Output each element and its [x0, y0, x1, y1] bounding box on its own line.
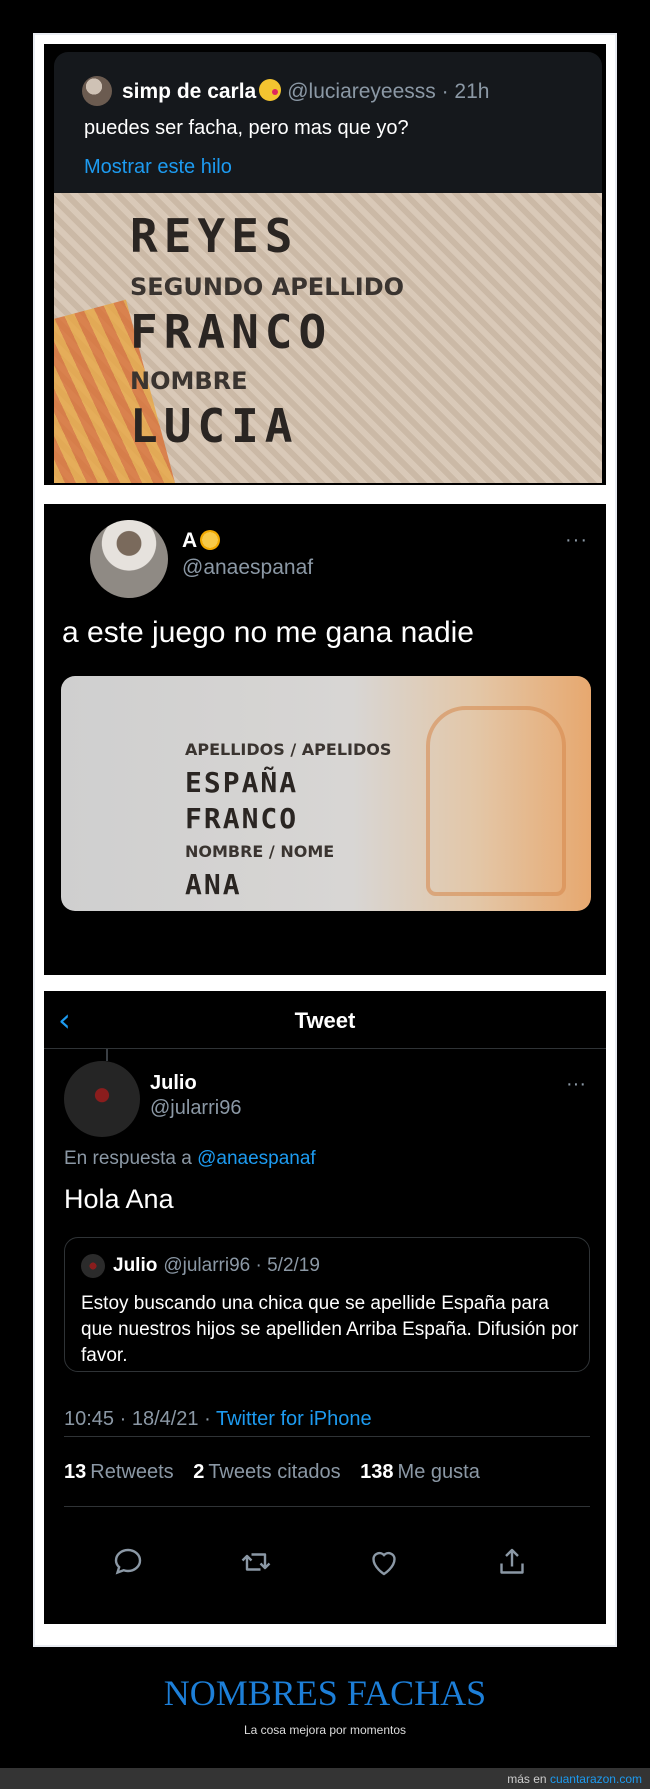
quote-author[interactable]: Julio @jularri96 · 5/2/19: [113, 1255, 320, 1277]
user-name[interactable]: A: [182, 529, 221, 553]
tweet-text: puedes ser facha, pero mas que yo?: [84, 117, 409, 139]
show-thread-link[interactable]: Mostrar este hilo: [84, 156, 232, 179]
reply-context: En respuesta a @anaespanaf: [64, 1148, 316, 1170]
tweet-card[interactable]: simp de carla @luciareyeesss · 21h puedes…: [54, 52, 602, 194]
display-name[interactable]: Julio: [150, 1072, 197, 1095]
tweet-header: ‹ Tweet: [44, 991, 606, 1049]
quoted-tweet[interactable]: Julio @jularri96 · 5/2/19 Estoy buscando …: [64, 1237, 590, 1372]
id-card-image[interactable]: APELLIDOS / APELIDOS ESPAÑA FRANCO NOMBR…: [61, 676, 591, 911]
kiss-emoji-icon: [259, 79, 282, 101]
reply-icon[interactable]: [110, 1544, 146, 1580]
sun-emoji-icon: [200, 530, 221, 550]
id-name: LUCIA: [130, 399, 299, 453]
quote-handle[interactable]: @jularri96 · 5/2/19: [163, 1255, 320, 1276]
site-link[interactable]: cuantarazon.com: [550, 1772, 642, 1786]
id-surname-2: FRANCO: [130, 305, 333, 359]
id-label-name: NOMBRE / NOME: [185, 842, 335, 861]
timestamp: 10:45 · 18/4/21 · Twitter for iPhone: [64, 1408, 372, 1431]
divider: [64, 1506, 590, 1507]
page-title: Tweet: [294, 1008, 356, 1033]
tweet-panel-3: ‹ Tweet Julio @jularri96 ··· En respuest…: [44, 991, 606, 1624]
avatar[interactable]: [82, 76, 112, 106]
engagement-stats: 13 Retweets 2 Tweets citados 138 Me gusta: [64, 1461, 494, 1484]
meme-subtitle: La cosa mejora por momentos: [243, 1723, 407, 1737]
meme-frame: simp de carla @luciareyeesss · 21h puedes…: [33, 33, 617, 1647]
id-label-second-surname: SEGUNDO APELLIDO: [130, 273, 405, 301]
reply-prefix: En respuesta a: [64, 1148, 192, 1169]
likes-count: 138: [360, 1461, 394, 1483]
quotes-count: 2: [193, 1461, 205, 1483]
id-surname-1: REYES: [130, 209, 299, 263]
retweets-count: 13: [64, 1461, 87, 1483]
id-surname-1: ESPAÑA: [185, 766, 299, 799]
retweet-icon[interactable]: [238, 1544, 274, 1580]
likes-label: Me gusta: [397, 1461, 480, 1483]
user-handle[interactable]: @anaespanaf: [182, 556, 313, 580]
share-icon[interactable]: [494, 1544, 530, 1580]
id-label-surnames: APELLIDOS / APELIDOS: [185, 740, 392, 759]
footer-prefix: más en: [507, 1772, 547, 1786]
display-name[interactable]: A: [182, 529, 197, 552]
reply-to-link[interactable]: @anaespanaf: [197, 1148, 316, 1169]
avatar[interactable]: [81, 1254, 105, 1278]
quotes-label: Tweets citados: [208, 1461, 341, 1483]
like-icon[interactable]: [366, 1544, 402, 1580]
thread-line: [106, 1049, 108, 1061]
tweet-text: a este juego no me gana nadie: [62, 616, 474, 649]
more-options-icon[interactable]: ···: [566, 1073, 586, 1096]
user-name[interactable]: simp de carla @luciareyeesss · 21h: [122, 79, 489, 104]
id-name: ANA: [185, 868, 242, 901]
divider: [64, 1436, 590, 1437]
meme-title: NOMBRES FACHAS: [163, 1673, 487, 1713]
user-handle[interactable]: @jularri96: [150, 1097, 241, 1120]
id-label-name: NOMBRE: [130, 367, 248, 395]
time-date: 10:45 · 18/4/21 ·: [64, 1408, 211, 1430]
quote-text: Estoy buscando una chica que se apellide…: [81, 1293, 579, 1366]
avatar[interactable]: [64, 1061, 140, 1137]
display-name[interactable]: simp de carla: [122, 80, 256, 103]
quotes-stat[interactable]: 2 Tweets citados: [193, 1461, 340, 1483]
id-surname-2: FRANCO: [185, 802, 299, 835]
tweet-panel-1: simp de carla @luciareyeesss · 21h puedes…: [44, 44, 606, 485]
tweet-text: Hola Ana: [64, 1184, 174, 1214]
user-handle[interactable]: @luciareyeesss · 21h: [287, 80, 489, 103]
avatar[interactable]: [90, 520, 168, 598]
likes-stat[interactable]: 138 Me gusta: [360, 1461, 480, 1483]
site-footer: más en cuantarazon.com: [0, 1768, 650, 1789]
tweet-panel-2: A @anaespanaf ··· a este juego no me gan…: [44, 504, 606, 975]
retweets-label: Retweets: [90, 1461, 174, 1483]
source-link[interactable]: Twitter for iPhone: [216, 1408, 372, 1430]
retweets-stat[interactable]: 13 Retweets: [64, 1461, 174, 1483]
crown-emblem: [426, 706, 566, 896]
more-options-icon[interactable]: ···: [565, 529, 588, 552]
quote-display-name[interactable]: Julio: [113, 1255, 157, 1276]
id-card-image[interactable]: REYES SEGUNDO APELLIDO FRANCO NOMBRE LUC…: [54, 193, 602, 483]
